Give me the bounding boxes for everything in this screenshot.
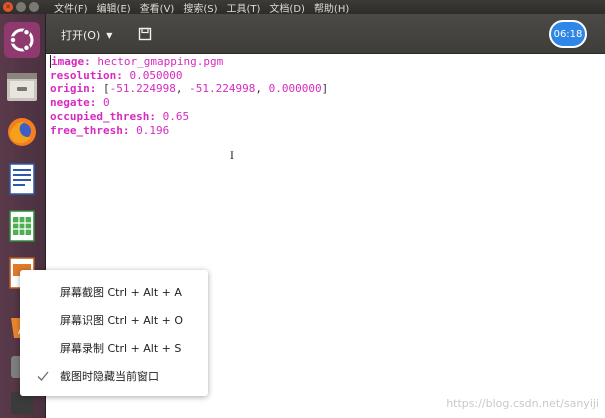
ubuntu-dash-icon[interactable]: [4, 22, 40, 58]
close-window-button[interactable]: ✕: [3, 2, 13, 12]
menu-documents[interactable]: 文档(D): [269, 0, 305, 15]
menu-items: 文件(F) 编辑(E) 查看(V) 搜索(S) 工具(T) 文档(D) 帮助(H…: [54, 0, 358, 15]
code-line-free-thresh: free_thresh: 0.196: [50, 123, 170, 137]
clock-badge: 06:18: [549, 20, 587, 48]
toolbar: 打开(O) ▼ 06:18: [46, 14, 605, 54]
firefox-icon: [8, 118, 36, 146]
top-menubar: ✕ 文件(F) 编辑(E) 查看(V) 搜索(S) 工具(T) 文档(D) 帮助…: [0, 0, 605, 15]
code-line-origin: origin: [-51.224998, -51.224998, 0.00000…: [50, 82, 329, 96]
firefox-app-icon[interactable]: [3, 113, 41, 151]
calc-app-icon[interactable]: [3, 207, 41, 245]
open-button-label: 打开(O): [61, 29, 101, 42]
menu-item-hide-window[interactable]: 截图时隐藏当前窗口: [20, 362, 208, 390]
save-button[interactable]: [134, 23, 156, 45]
menu-item-screen-record[interactable]: 屏幕录制 Ctrl + Alt + S: [20, 334, 208, 362]
menu-search[interactable]: 搜索(S): [183, 0, 217, 15]
code-line-occupied-thresh: occupied_thresh: 0.65: [50, 109, 190, 123]
minimize-window-button[interactable]: [16, 2, 26, 12]
writer-app-icon[interactable]: [3, 160, 41, 198]
file-cabinet-icon: [7, 73, 37, 101]
code-line-resolution: resolution: 0.050000: [50, 68, 183, 82]
menu-view[interactable]: 查看(V): [140, 0, 175, 15]
menu-item-screen-recognize[interactable]: 屏幕识图 Ctrl + Alt + O: [20, 306, 208, 334]
open-button[interactable]: 打开(O) ▼: [55, 24, 121, 46]
chevron-down-icon: ▼: [106, 30, 113, 40]
code-line-image: image: hector_gmapping.pgm: [50, 55, 224, 68]
checkmark-icon: [37, 371, 49, 381]
menu-edit[interactable]: 编辑(E): [97, 0, 131, 15]
document-icon: [9, 163, 35, 195]
menu-item-screenshot[interactable]: 屏幕截图 Ctrl + Alt + A: [20, 278, 208, 306]
menu-file[interactable]: 文件(F): [54, 0, 88, 15]
watermark-text: https://blog.csdn.net/sanyiji: [446, 397, 599, 410]
menu-tools[interactable]: 工具(T): [227, 0, 261, 15]
code-line-negate: negate: 0: [50, 96, 110, 110]
text-cursor-icon: I: [230, 151, 234, 162]
spreadsheet-icon: [9, 210, 35, 242]
screenshot-context-menu: 屏幕截图 Ctrl + Alt + A 屏幕识图 Ctrl + Alt + O …: [20, 270, 208, 396]
maximize-window-button[interactable]: [29, 2, 39, 12]
menu-help[interactable]: 帮助(H): [314, 0, 349, 15]
save-icon: [138, 27, 152, 41]
files-app-icon[interactable]: [3, 67, 41, 105]
ubuntu-logo-icon: [9, 28, 34, 52]
